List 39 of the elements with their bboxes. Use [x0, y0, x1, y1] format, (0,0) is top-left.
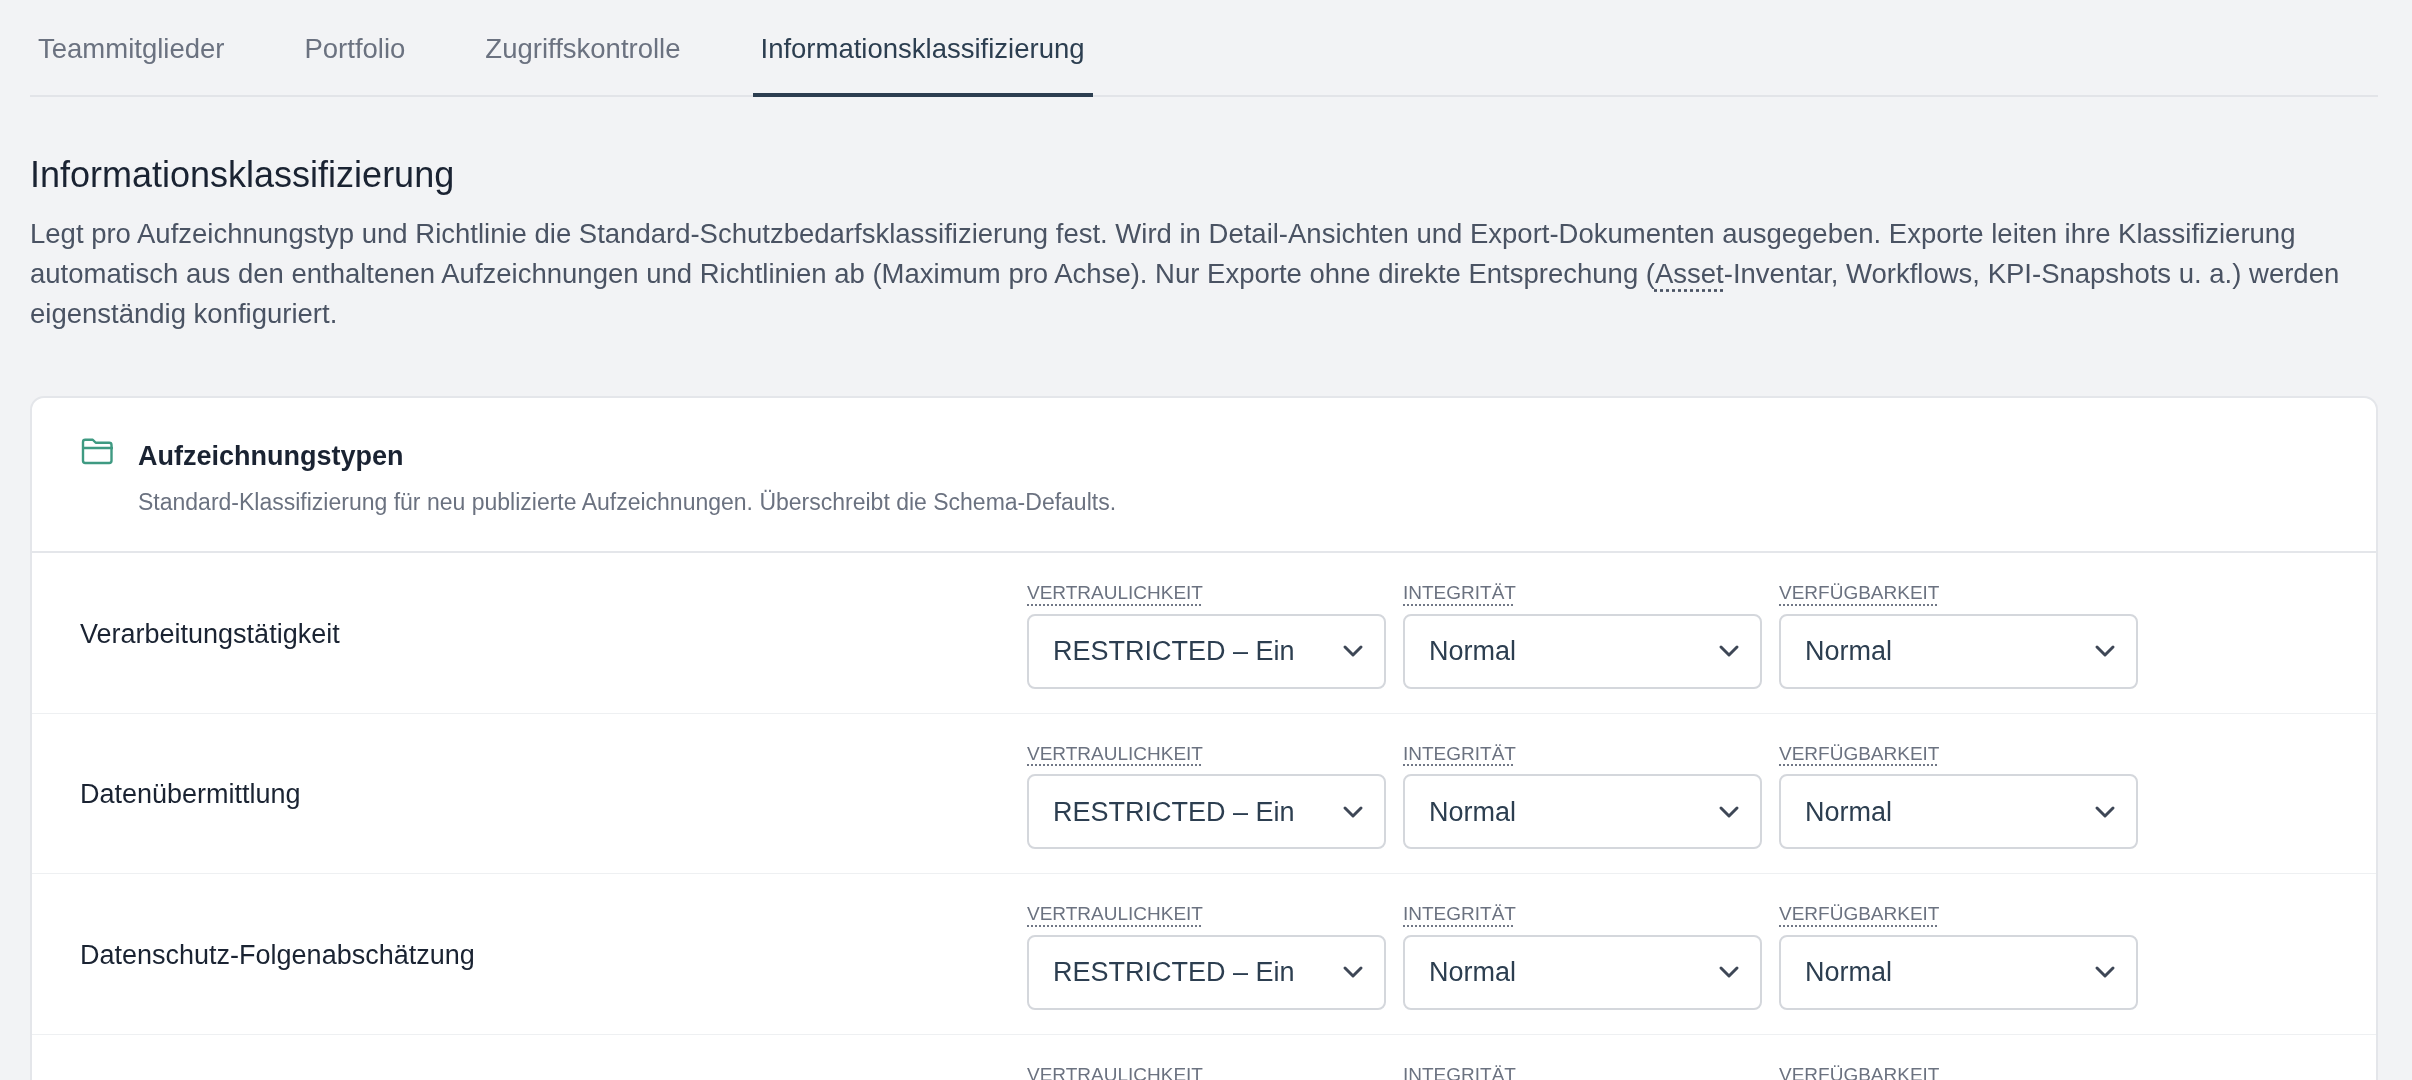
- dropdown-field[interactable]: Normal: [1779, 934, 2138, 1010]
- dropdown-field[interactable]: RESTRICTED – Ein: [1027, 613, 1386, 689]
- tab[interactable]: Teammitglieder: [30, 0, 233, 98]
- field-label: VERFÜGBARKEIT: [1779, 581, 1940, 606]
- field-label: INTEGRITÄT: [1403, 902, 1516, 927]
- chevron-down-icon: [1342, 965, 1364, 980]
- dropdown-field[interactable]: RESTRICTED – Ein: [1027, 774, 1386, 850]
- chevron-down-icon: [1342, 804, 1364, 819]
- tab[interactable]: Informationsklassifizierung: [752, 0, 1093, 98]
- dropdown-field[interactable]: Normal: [1403, 934, 1762, 1010]
- chevron-down-icon: [2094, 965, 2116, 980]
- description-text: Legt pro Aufzeichnungstyp und Richtlinie die Standard-Schutzbedarfsklassifizierung fest. Wird in Detail-Ansichten und Export-Dokumenten ausgegeben. Exporte leiten ihre Klassifizierung automatisch aus den enthaltenen Aufzeichnungen und Richtlinien ab (Maximum pro Achse). Nur Exporte ohne direkte Entsprechung (Asset-Inventar, Workflows, KPI-Snapshots u. a.) werden eigenständig konfiguriert.: [30, 217, 2341, 332]
- tab[interactable]: Portfolio: [296, 0, 414, 98]
- field-label: VERFÜGBARKEIT: [1779, 741, 1940, 766]
- chevron-down-icon: [1718, 644, 1740, 659]
- chevron-down-icon: [1342, 644, 1364, 659]
- dropdown-field[interactable]: Normal: [1403, 613, 1762, 689]
- tab[interactable]: Zugriffskontrolle: [477, 0, 689, 98]
- row-label: Datenschutz-Folgenabschätzung: [80, 938, 476, 972]
- field-label: VERTRAULICHKEIT: [1027, 902, 1203, 927]
- chevron-down-icon: [2094, 644, 2116, 659]
- field-label: VERFÜGBARKEIT: [1779, 902, 1940, 927]
- field-label: VERTRAULICHKEIT: [1027, 581, 1203, 606]
- chevron-down-icon: [2094, 804, 2116, 819]
- dropdown-field[interactable]: Normal: [1779, 774, 2138, 850]
- row-label: Datenübermittlung: [80, 778, 302, 812]
- page-heading: Informationsklassifizierung: [30, 153, 456, 197]
- chevron-down-icon: [1718, 965, 1740, 980]
- dropdown-field[interactable]: Normal: [1403, 774, 1762, 850]
- folder-icon: [80, 436, 116, 467]
- field-label: INTEGRITÄT: [1403, 581, 1516, 606]
- field-label: VERTRAULICHKEIT: [1027, 741, 1203, 766]
- dropdown-field[interactable]: RESTRICTED – Ein: [1027, 934, 1386, 1010]
- chevron-down-icon: [1718, 804, 1740, 819]
- field-label: INTEGRITÄT: [1403, 741, 1516, 766]
- row-label: Verarbeitungstätigkeit: [80, 617, 341, 651]
- card-title: Aufzeichnungstypen: [138, 440, 405, 474]
- card-subtitle: Standard-Klassifizierung für neu publizierte Aufzeichnungen. Überschreibt die Schema-Defaults.: [138, 487, 1117, 517]
- dropdown-field[interactable]: Normal: [1779, 613, 2138, 689]
